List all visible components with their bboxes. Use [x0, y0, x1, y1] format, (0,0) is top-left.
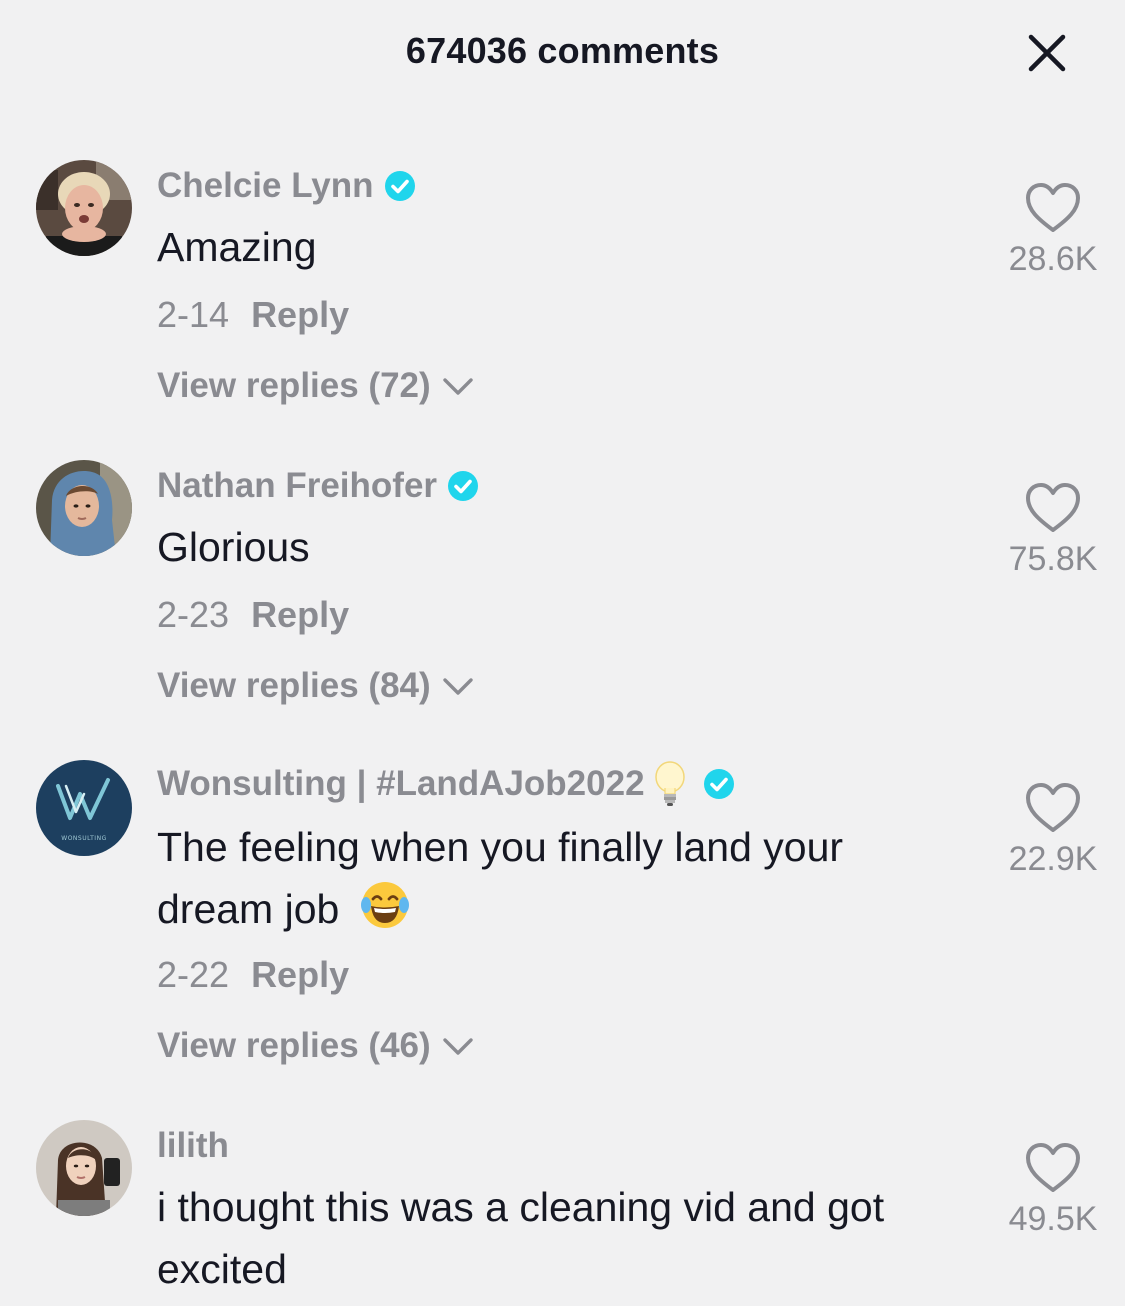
comments-sheet: 674036 comments Chelcie Lynn Amazing 2-1…	[0, 0, 1125, 1306]
heart-icon[interactable]	[1024, 182, 1082, 234]
avatar[interactable]	[36, 160, 132, 256]
view-replies-label: View replies (84)	[157, 666, 431, 705]
heart-icon[interactable]	[1024, 1142, 1082, 1194]
comment-date: 2-23	[157, 594, 230, 635]
reply-button[interactable]: Reply	[251, 594, 349, 635]
username-row: Wonsulting | #LandAJob2022	[157, 760, 735, 808]
comment-text: Glorious	[157, 524, 310, 570]
verified-badge-icon	[703, 768, 735, 800]
like-section: 49.5K	[990, 1142, 1116, 1239]
reply-button[interactable]: Reply	[251, 954, 349, 995]
username-row: Chelcie Lynn	[157, 164, 416, 208]
laughing-tears-emoji	[359, 879, 411, 931]
comment-meta: 2-14 Reply	[157, 294, 349, 336]
avatar-logo-text: WONSULTING	[61, 835, 106, 842]
heart-icon[interactable]	[1024, 782, 1082, 834]
like-section: 22.9K	[990, 782, 1116, 879]
comment-text: i thought this was a cleaning vid and go…	[157, 1184, 885, 1292]
comment-text-content: The feeling when you finally land your d…	[157, 824, 844, 932]
close-button[interactable]	[1022, 28, 1072, 78]
like-count: 22.9K	[1008, 840, 1098, 878]
comment-text: The feeling when you finally land your d…	[157, 816, 927, 940]
like-count: 28.6K	[1008, 240, 1098, 278]
username[interactable]: Nathan Freihofer	[157, 466, 437, 506]
username[interactable]: Wonsulting | #LandAJob2022	[157, 764, 645, 804]
comments-header: 674036 comments	[0, 0, 1125, 104]
like-count: 49.5K	[1008, 1200, 1098, 1238]
reply-button[interactable]: Reply	[251, 294, 349, 335]
chevron-down-icon	[441, 1035, 475, 1057]
like-count: 75.8K	[1008, 540, 1098, 578]
comment-meta: 2-22 Reply	[157, 954, 349, 996]
like-section: 28.6K	[990, 182, 1116, 279]
close-icon	[1028, 34, 1066, 72]
avatar[interactable]	[36, 1120, 132, 1216]
light-bulb-icon	[653, 760, 687, 808]
username[interactable]: lilith	[157, 1126, 229, 1166]
view-replies-label: View replies (72)	[157, 366, 431, 405]
heart-icon[interactable]	[1024, 482, 1082, 534]
view-replies-button[interactable]: View replies (72)	[157, 366, 475, 406]
verified-badge-icon	[384, 170, 416, 202]
comments-count-title: 674036 comments	[405, 30, 720, 71]
username-row: lilith	[157, 1124, 229, 1168]
view-replies-button[interactable]: View replies (46)	[157, 1026, 475, 1066]
view-replies-button[interactable]: View replies (84)	[157, 666, 475, 706]
chevron-down-icon	[441, 675, 475, 697]
avatar[interactable]	[36, 460, 132, 556]
verified-badge-icon	[447, 470, 479, 502]
view-replies-label: View replies (46)	[157, 1026, 431, 1065]
avatar[interactable]: WONSULTING	[36, 760, 132, 856]
comment-date: 2-14	[157, 294, 230, 335]
chevron-down-icon	[441, 375, 475, 397]
comment-meta: 2-23 Reply	[157, 594, 349, 636]
username-row: Nathan Freihofer	[157, 464, 479, 508]
comment-date: 2-22	[157, 954, 230, 995]
like-section: 75.8K	[990, 482, 1116, 579]
username[interactable]: Chelcie Lynn	[157, 166, 374, 206]
comment-text: Amazing	[157, 224, 317, 270]
